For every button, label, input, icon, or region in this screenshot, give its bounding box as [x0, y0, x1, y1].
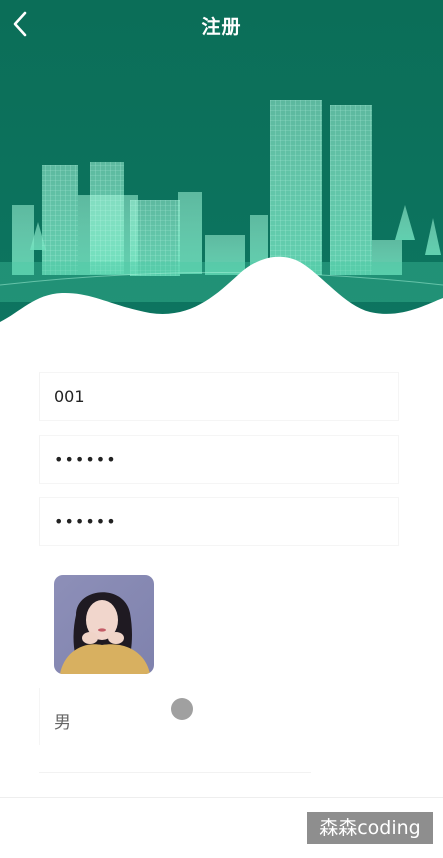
avatar-photo — [54, 575, 154, 674]
password-input[interactable] — [54, 436, 384, 483]
gender-value: 男 — [54, 713, 71, 733]
username-field[interactable] — [39, 372, 399, 421]
form-divider — [39, 772, 311, 773]
page-title: 注册 — [201, 16, 242, 38]
watermark-label: 森森coding — [307, 812, 433, 844]
skyline-illustration — [0, 0, 443, 330]
username-input[interactable] — [54, 373, 384, 420]
confirm-password-input[interactable] — [54, 498, 384, 545]
header-banner: 注册 — [0, 0, 443, 330]
password-field[interactable] — [39, 435, 399, 484]
avatar-upload[interactable] — [54, 575, 154, 674]
touch-indicator — [171, 698, 193, 720]
gender-selector[interactable]: 男 — [39, 688, 399, 745]
confirm-password-field[interactable] — [39, 497, 399, 546]
bottom-divider — [0, 797, 443, 798]
